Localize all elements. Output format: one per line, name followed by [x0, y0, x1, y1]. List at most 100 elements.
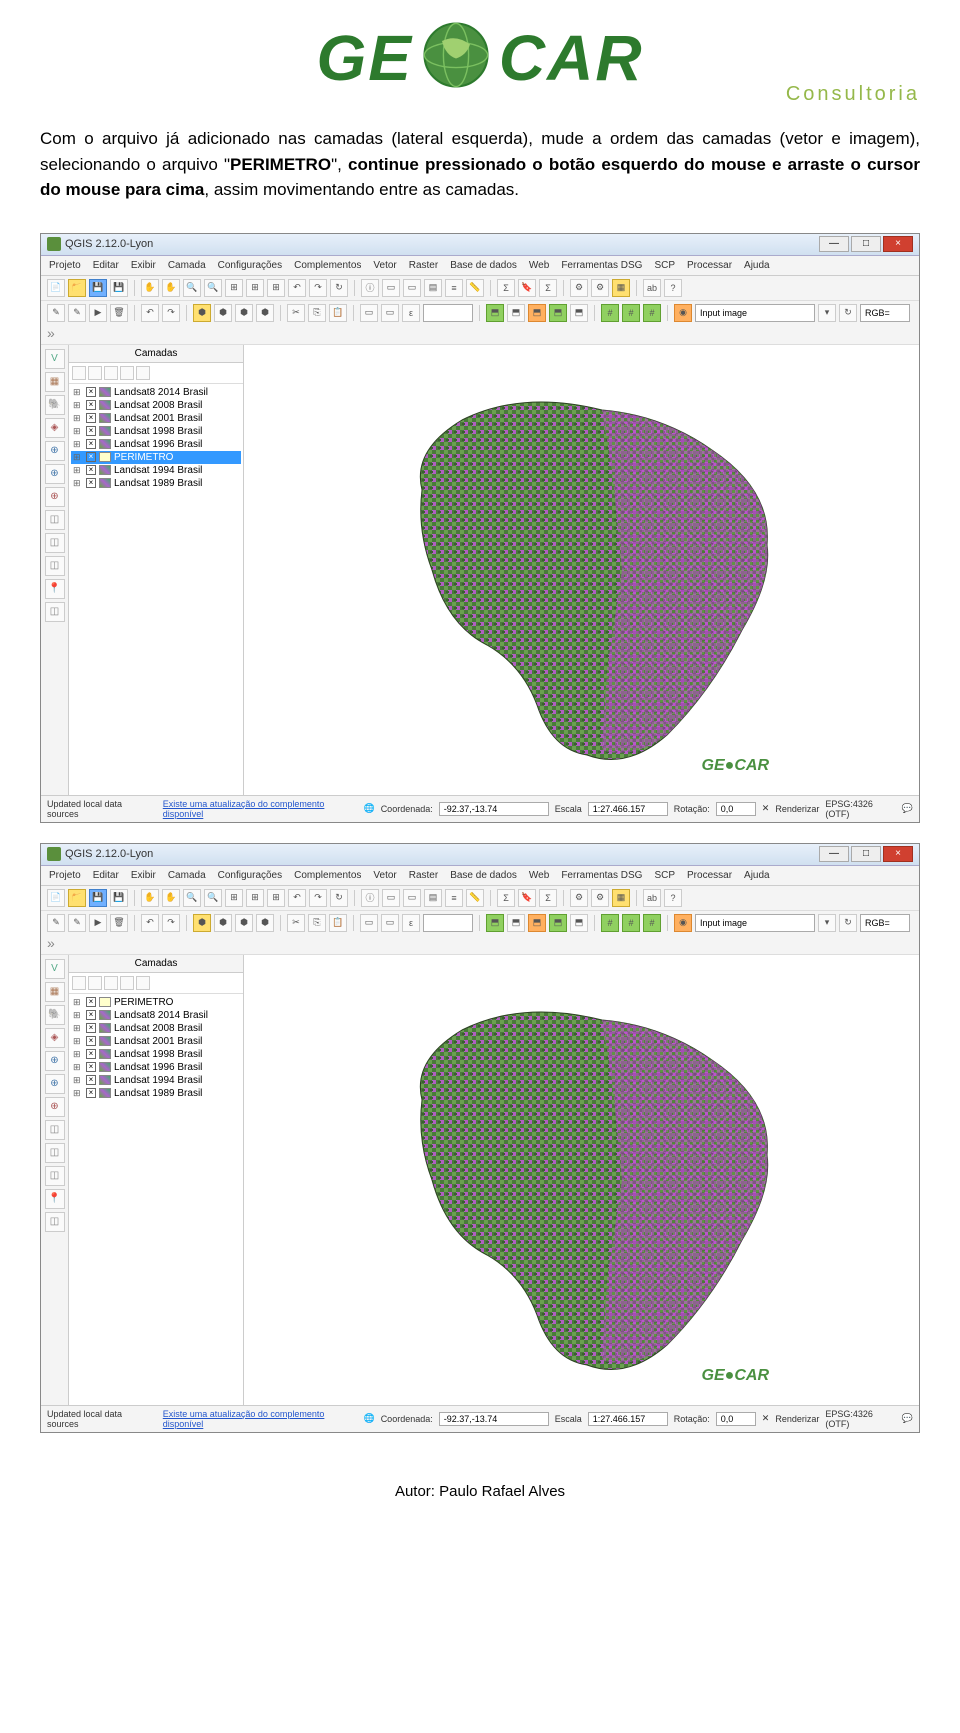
new-layer-icon[interactable]: ◫: [45, 510, 65, 530]
menu-exibir[interactable]: Exibir: [131, 260, 156, 271]
sigma-icon[interactable]: Σ: [539, 889, 557, 907]
grid-icon[interactable]: #: [643, 914, 661, 932]
close-button[interactable]: ×: [883, 236, 913, 252]
map-canvas[interactable]: GE●CAR: [244, 345, 919, 795]
help-icon[interactable]: ?: [664, 279, 682, 297]
refresh-icon[interactable]: ↻: [330, 889, 348, 907]
collapse-icon[interactable]: [120, 366, 134, 380]
expand-icon[interactable]: ⊞: [73, 1010, 83, 1021]
minimize-button[interactable]: —: [819, 846, 849, 862]
tool-icon[interactable]: ▭: [381, 304, 399, 322]
layers-list[interactable]: ⊞×PERIMETRO⊞×Landsat8 2014 Brasil⊞×Lands…: [69, 994, 243, 1405]
menu-raster[interactable]: Raster: [409, 870, 438, 881]
add-postgis-icon[interactable]: 🐘: [45, 395, 65, 415]
zoom-out-icon[interactable]: 🔍: [204, 279, 222, 297]
grid-icon[interactable]: #: [643, 304, 661, 322]
menu-scp[interactable]: SCP: [654, 260, 675, 271]
node-icon[interactable]: ⬢: [256, 914, 274, 932]
visibility-checkbox[interactable]: ×: [86, 400, 96, 410]
menu-processar[interactable]: Processar: [687, 870, 732, 881]
menu-web[interactable]: Web: [529, 870, 549, 881]
visibility-checkbox[interactable]: ×: [86, 1010, 96, 1020]
menu-editar[interactable]: Editar: [93, 260, 119, 271]
add-raster-icon[interactable]: ▦: [45, 372, 65, 392]
expand-icon[interactable]: ⊞: [73, 387, 83, 398]
bookmark-icon[interactable]: 🔖: [518, 889, 536, 907]
tool-icon[interactable]: ▦: [612, 279, 630, 297]
scale-field[interactable]: [588, 1412, 668, 1426]
visibility-checkbox[interactable]: ×: [86, 997, 96, 1007]
save-icon[interactable]: 💾: [89, 279, 107, 297]
coord-field[interactable]: [439, 802, 549, 816]
new-layer-icon[interactable]: ◫: [45, 1143, 65, 1163]
layer-item[interactable]: ⊞×Landsat 2008 Brasil: [71, 399, 241, 412]
menu-web[interactable]: Web: [529, 260, 549, 271]
tool-icon[interactable]: ▭: [381, 914, 399, 932]
expand-arrow[interactable]: »: [47, 325, 55, 341]
menu-exibir[interactable]: Exibir: [131, 870, 156, 881]
expand-icon[interactable]: ⊞: [73, 452, 83, 463]
scp-icon[interactable]: ◉: [674, 914, 692, 932]
log-icon[interactable]: 💬: [902, 803, 913, 814]
edit-icon[interactable]: ▶: [89, 304, 107, 322]
render-checkbox[interactable]: ✕: [762, 1413, 770, 1424]
virtual-icon[interactable]: ◫: [45, 602, 65, 622]
save-as-icon[interactable]: 💾: [110, 279, 128, 297]
refresh-icon[interactable]: ↻: [839, 914, 857, 932]
pan-icon[interactable]: ✋: [141, 279, 159, 297]
plugin-icon[interactable]: ⬒: [507, 914, 525, 932]
scp-icon[interactable]: ◉: [674, 304, 692, 322]
zoom-layer-icon[interactable]: ⊞: [246, 889, 264, 907]
new-icon[interactable]: 📄: [47, 889, 65, 907]
add-postgis-icon[interactable]: 🐘: [45, 1005, 65, 1025]
filter-icon[interactable]: [88, 366, 102, 380]
add-vector-icon[interactable]: V: [45, 959, 65, 979]
menu-scp[interactable]: SCP: [654, 870, 675, 881]
layer-item[interactable]: ⊞×Landsat 1989 Brasil: [71, 1087, 241, 1100]
visibility-checkbox[interactable]: ×: [86, 439, 96, 449]
filter-icon[interactable]: [88, 976, 102, 990]
epsg-label[interactable]: EPSG:4326 (OTF): [825, 799, 895, 819]
menu-base de dados[interactable]: Base de dados: [450, 260, 517, 271]
open-icon[interactable]: 📁: [68, 279, 86, 297]
label-icon[interactable]: ab: [643, 889, 661, 907]
remove-icon[interactable]: [136, 976, 150, 990]
expand-icon[interactable]: ⊞: [73, 1075, 83, 1086]
add-wms-icon[interactable]: ⊕: [45, 1051, 65, 1071]
add-wcs-icon[interactable]: ⊕: [45, 1074, 65, 1094]
epsg-label[interactable]: EPSG:4326 (OTF): [825, 1409, 895, 1429]
add-group-icon[interactable]: [72, 976, 86, 990]
tool-icon[interactable]: ⚙: [591, 889, 609, 907]
layer-item[interactable]: ⊞×Landsat 1998 Brasil: [71, 1048, 241, 1061]
menu-camada[interactable]: Camada: [168, 260, 206, 271]
close-button[interactable]: ×: [883, 846, 913, 862]
help-icon[interactable]: ?: [664, 889, 682, 907]
plugin-icon[interactable]: ⬒: [570, 914, 588, 932]
grid-icon[interactable]: #: [622, 304, 640, 322]
visibility-checkbox[interactable]: ×: [86, 426, 96, 436]
expand-icon[interactable]: ⊞: [73, 1049, 83, 1060]
expand-icon[interactable]: ⊞: [73, 465, 83, 476]
edit-icon[interactable]: ✎: [47, 304, 65, 322]
node-icon[interactable]: ⬢: [193, 304, 211, 322]
measure-icon[interactable]: 📏: [466, 279, 484, 297]
rotation-field[interactable]: [716, 802, 756, 816]
save-icon[interactable]: 💾: [89, 889, 107, 907]
zoom-in-icon[interactable]: 🔍: [183, 889, 201, 907]
menu-raster[interactable]: Raster: [409, 260, 438, 271]
new-layer-icon[interactable]: ◫: [45, 533, 65, 553]
menu-ferramentas dsg[interactable]: Ferramentas DSG: [561, 260, 642, 271]
menu-editar[interactable]: Editar: [93, 870, 119, 881]
add-wfs-icon[interactable]: ⊕: [45, 487, 65, 507]
expression-icon[interactable]: ε: [402, 914, 420, 932]
coord-field[interactable]: [439, 1412, 549, 1426]
plugin-icon[interactable]: ⬒: [507, 304, 525, 322]
menu-complementos[interactable]: Complementos: [294, 870, 361, 881]
zoom-selection-icon[interactable]: ⊞: [267, 279, 285, 297]
stats-icon[interactable]: Σ: [497, 279, 515, 297]
identify-icon[interactable]: ⓘ: [361, 279, 379, 297]
pan-icon[interactable]: ✋: [141, 889, 159, 907]
menu-configurações[interactable]: Configurações: [218, 870, 282, 881]
layers-list[interactable]: ⊞×Landsat8 2014 Brasil⊞×Landsat 2008 Bra…: [69, 384, 243, 795]
tool-icon[interactable]: ▦: [612, 889, 630, 907]
